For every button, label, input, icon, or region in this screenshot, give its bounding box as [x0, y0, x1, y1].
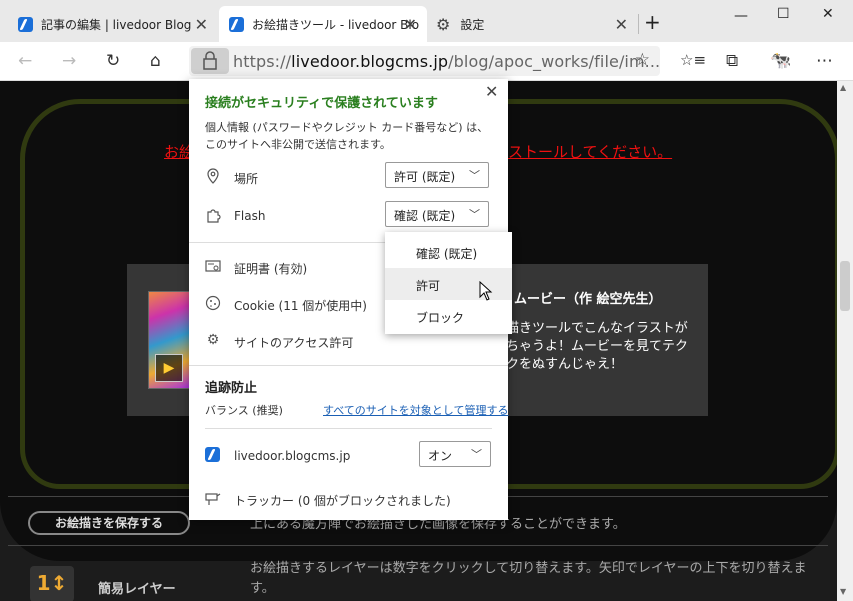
- divider: [8, 545, 828, 546]
- tab-paint-tool[interactable]: お絵描きツール - livedoor Blo ✕: [219, 6, 427, 42]
- tab-edit-article[interactable]: 記事の編集 | livedoor Blog ✕: [8, 6, 218, 42]
- site-tracking-row: livedoor.blogcms.jp オン ﹀: [189, 441, 508, 471]
- forward-arrow-icon[interactable]: →: [62, 51, 76, 71]
- chevron-down-icon: ﹀: [469, 169, 480, 182]
- location-pin-icon: [205, 168, 221, 184]
- tab-title: お絵描きツール - livedoor Blo: [252, 17, 420, 32]
- play-icon[interactable]: ▶: [155, 354, 183, 382]
- tab-close-icon[interactable]: ✕: [195, 15, 208, 34]
- livedoor-favicon-icon: [229, 16, 244, 32]
- chevron-down-icon: ﹀: [469, 208, 480, 221]
- tracking-prevention-heading: 追跡防止: [205, 381, 258, 396]
- install-warning-link[interactable]: ストールしてください。: [508, 141, 672, 162]
- menu-item-ask[interactable]: 確認 (既定): [385, 236, 512, 268]
- tracker-camera-icon: [205, 490, 221, 506]
- divider: [205, 428, 492, 429]
- permission-label: Flash: [234, 209, 266, 223]
- tab-settings[interactable]: ⚙ 設定 ✕: [428, 6, 638, 42]
- connection-description: 個人情報 (パスワードやクレジット カード番号など) は、このサイトへ非公開で送…: [205, 121, 489, 151]
- favorite-star-icon[interactable]: ☆: [635, 50, 650, 70]
- new-tab-button[interactable]: +: [644, 10, 661, 34]
- certificate-label: 証明書 (有効): [234, 262, 308, 276]
- layer-description: す。: [250, 581, 275, 596]
- livedoor-favicon-icon: [205, 447, 221, 463]
- gear-icon: ⚙: [206, 332, 220, 348]
- site-info-button[interactable]: [191, 48, 229, 74]
- tab-title: 設定: [460, 17, 485, 32]
- trackers-row[interactable]: トラッカー (0 個がブロックされました): [189, 484, 508, 514]
- window-close-button[interactable]: ✕: [822, 6, 834, 22]
- profile-avatar[interactable]: 🐄: [770, 51, 791, 71]
- tab-strip: 記事の編集 | livedoor Blog ✕ お絵描きツール - livedo…: [0, 0, 853, 42]
- site-permissions-label: サイトのアクセス許可: [234, 336, 354, 350]
- save-drawing-button[interactable]: お絵描きを保存する: [28, 511, 190, 535]
- scroll-down-icon[interactable]: ▼: [840, 587, 846, 596]
- more-menu-icon[interactable]: ⋯: [816, 51, 833, 71]
- scroll-thumb[interactable]: [840, 261, 850, 311]
- permission-row-location: 場所 許可 (既定) ﹀: [189, 162, 508, 192]
- tab-separator: [638, 14, 639, 34]
- address-bar[interactable]: https://livedoor.blogcms.jp/blog/apoc_wo…: [189, 46, 660, 76]
- puzzle-icon: [205, 207, 221, 223]
- close-icon[interactable]: ✕: [485, 82, 498, 101]
- minimize-button[interactable]: —: [734, 8, 748, 24]
- cookie-icon: [205, 295, 221, 311]
- layer-number-icon: 1↕: [30, 566, 74, 601]
- back-arrow-icon[interactable]: ←: [18, 51, 32, 71]
- lock-icon: [203, 51, 217, 70]
- permission-label: 場所: [234, 172, 259, 186]
- tab-close-icon[interactable]: ✕: [404, 15, 417, 34]
- layer-label: 簡易レイヤー: [98, 582, 176, 597]
- layer-description: お絵描きするレイヤーは数字をクリックして切り替えます。矢印でレイヤーの上下を切り…: [250, 561, 807, 576]
- manage-tracking-link[interactable]: すべてのサイトを対象として管理する: [323, 402, 508, 418]
- chevron-down-icon: ﹀: [471, 448, 482, 461]
- divider: [189, 365, 508, 366]
- refresh-icon[interactable]: ↻: [106, 51, 120, 71]
- scroll-up-icon[interactable]: ▲: [840, 83, 846, 92]
- connection-secure-title: 接続がセキュリティで保護されています: [205, 96, 438, 111]
- collections-icon[interactable]: ⧉: [726, 51, 738, 71]
- permission-row-flash: Flash 確認 (既定) ﹀: [189, 201, 508, 231]
- home-icon[interactable]: ⌂: [150, 51, 161, 71]
- site-domain: livedoor.blogcms.jp: [234, 449, 351, 463]
- site-tracking-toggle-select[interactable]: オン ﹀: [419, 441, 491, 467]
- browser-toolbar: ← → ↻ ⌂ https://livedoor.blogcms.jp/blog…: [0, 42, 853, 81]
- livedoor-favicon-icon: [18, 16, 33, 32]
- flash-permission-select[interactable]: 確認 (既定) ﹀: [385, 201, 489, 227]
- movie-description: 描きツールでこんなイラストが ちゃうよ！ムービーを見てテク クをぬすんじゃえ！: [506, 321, 689, 372]
- movie-thumbnail[interactable]: ▶: [148, 291, 190, 389]
- tab-close-icon[interactable]: ✕: [615, 15, 628, 34]
- url-text[interactable]: https://livedoor.blogcms.jp/blog/apoc_wo…: [233, 52, 660, 71]
- page-scrollbar[interactable]: ▲ ▼: [837, 81, 853, 601]
- tracking-level: バランス (推奨): [205, 404, 283, 417]
- favorites-list-icon[interactable]: ☆≡: [680, 51, 706, 69]
- gear-icon: ⚙: [436, 14, 451, 34]
- certificate-icon: [205, 258, 221, 274]
- tab-title: 記事の編集 | livedoor Blog: [41, 17, 192, 32]
- location-permission-select[interactable]: 許可 (既定) ﹀: [385, 162, 489, 188]
- trackers-label: トラッカー (0 個がブロックされました): [234, 494, 451, 508]
- movie-title: ムービー（作 絵空先生）: [514, 292, 662, 307]
- cookie-label: Cookie (11 個が使用中): [234, 299, 367, 313]
- menu-item-block[interactable]: ブロック: [385, 300, 512, 332]
- maximize-button[interactable]: ☐: [777, 6, 790, 22]
